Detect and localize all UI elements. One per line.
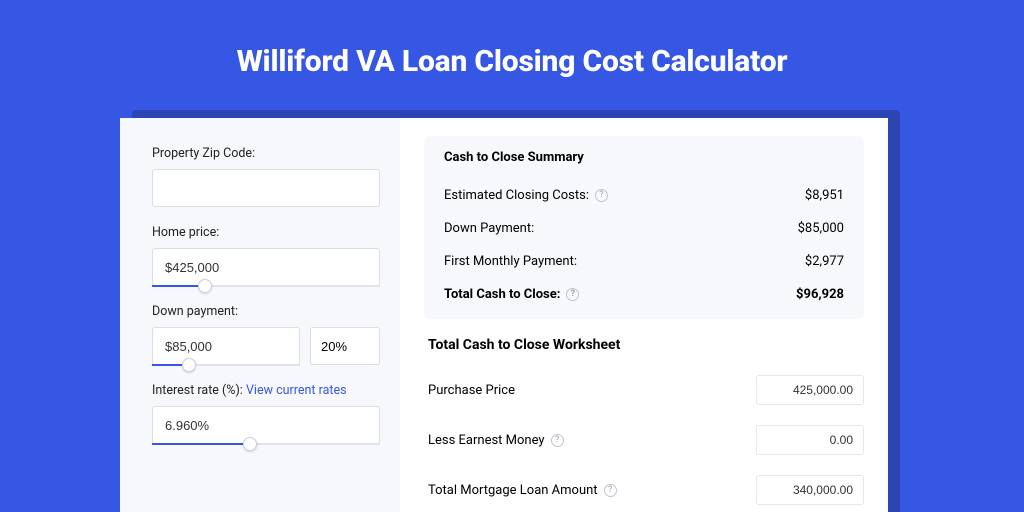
help-icon[interactable]: ? bbox=[595, 189, 608, 202]
summary-total-value: $96,928 bbox=[796, 287, 844, 302]
calculator-card: Property Zip Code: Home price: Down paym… bbox=[120, 118, 888, 512]
summary-row-value: $8,951 bbox=[805, 188, 844, 203]
summary-row: Down Payment: $85,000 bbox=[444, 212, 844, 245]
results-panel: Cash to Close Summary Estimated Closing … bbox=[400, 118, 888, 512]
view-rates-link[interactable]: View current rates bbox=[246, 383, 347, 398]
worksheet-row-input[interactable] bbox=[756, 425, 864, 455]
summary-total-label: Total Cash to Close: bbox=[444, 287, 560, 302]
down-payment-pct-input[interactable] bbox=[310, 327, 380, 365]
page-title: Williford VA Loan Closing Cost Calculato… bbox=[0, 0, 1024, 79]
worksheet-row: Total Mortgage Loan Amount ? bbox=[424, 469, 864, 511]
down-payment-field: Down payment: bbox=[152, 304, 380, 365]
summary-row-value: $85,000 bbox=[798, 221, 844, 236]
worksheet-row-label: Less Earnest Money bbox=[428, 433, 545, 448]
down-payment-label: Down payment: bbox=[152, 304, 380, 319]
home-price-label: Home price: bbox=[152, 225, 380, 240]
slider-thumb[interactable] bbox=[182, 358, 196, 372]
interest-rate-label: Interest rate (%): View current rates bbox=[152, 383, 380, 398]
summary-panel: Cash to Close Summary Estimated Closing … bbox=[424, 136, 864, 319]
summary-total-row: Total Cash to Close: ? $96,928 bbox=[444, 278, 844, 311]
interest-rate-field: Interest rate (%): View current rates bbox=[152, 383, 380, 444]
zip-label: Property Zip Code: bbox=[152, 146, 380, 161]
summary-row: Estimated Closing Costs: ? $8,951 bbox=[444, 179, 844, 212]
home-price-slider[interactable] bbox=[152, 248, 380, 286]
down-payment-slider[interactable] bbox=[152, 327, 300, 365]
slider-thumb[interactable] bbox=[198, 279, 212, 293]
worksheet-row-input[interactable] bbox=[756, 375, 864, 405]
worksheet-row: Less Earnest Money ? bbox=[424, 419, 864, 461]
interest-rate-slider[interactable] bbox=[152, 406, 380, 444]
slider-fill bbox=[152, 364, 182, 366]
summary-title: Cash to Close Summary bbox=[444, 150, 844, 165]
summary-row-label: Down Payment: bbox=[444, 221, 534, 236]
worksheet-row-label: Total Mortgage Loan Amount bbox=[428, 483, 598, 498]
summary-row-label: Estimated Closing Costs: bbox=[444, 188, 589, 203]
home-price-input[interactable] bbox=[152, 248, 380, 286]
interest-rate-input[interactable] bbox=[152, 406, 380, 444]
down-payment-input[interactable] bbox=[152, 327, 300, 365]
help-icon[interactable]: ? bbox=[551, 434, 564, 447]
worksheet-row: Purchase Price bbox=[424, 369, 864, 411]
summary-row-label: First Monthly Payment: bbox=[444, 254, 577, 269]
summary-row: First Monthly Payment: $2,977 bbox=[444, 245, 844, 278]
inputs-panel: Property Zip Code: Home price: Down paym… bbox=[120, 118, 400, 512]
summary-row-value: $2,977 bbox=[805, 254, 844, 269]
worksheet-row-label: Purchase Price bbox=[428, 383, 515, 398]
help-icon[interactable]: ? bbox=[604, 484, 617, 497]
slider-fill bbox=[152, 285, 198, 287]
zip-field: Property Zip Code: bbox=[152, 146, 380, 207]
interest-rate-label-text: Interest rate (%): bbox=[152, 383, 243, 398]
slider-thumb[interactable] bbox=[243, 437, 257, 451]
worksheet-row-input[interactable] bbox=[756, 475, 864, 505]
zip-input[interactable] bbox=[152, 169, 380, 207]
home-price-field: Home price: bbox=[152, 225, 380, 286]
slider-fill bbox=[152, 443, 243, 445]
worksheet-title: Total Cash to Close Worksheet bbox=[428, 337, 864, 353]
help-icon[interactable]: ? bbox=[566, 288, 579, 301]
